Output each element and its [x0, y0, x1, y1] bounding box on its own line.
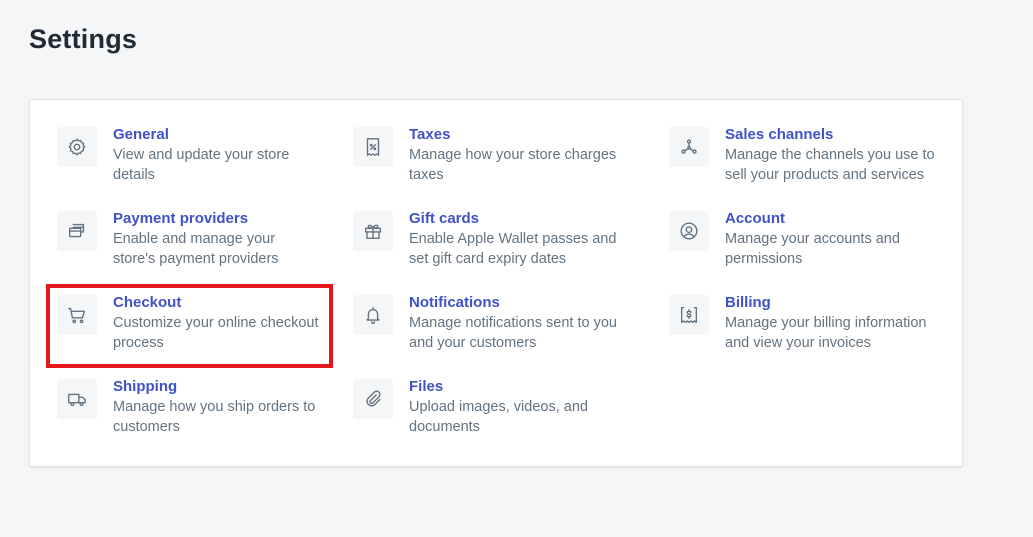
settings-item-desc: documents — [409, 419, 480, 435]
settings-item-notifications[interactable]: Notifications Manage notifications sent … — [353, 293, 617, 353]
cart-icon — [57, 295, 97, 335]
payment-icon — [57, 211, 97, 251]
settings-item-billing[interactable]: Billing Manage your billing information … — [669, 293, 927, 353]
settings-item-desc: and your customers — [409, 335, 537, 351]
settings-item-title[interactable]: Shipping — [113, 377, 315, 397]
settings-item-general[interactable]: General View and update your store detai… — [57, 125, 290, 185]
settings-item-title[interactable]: Files — [409, 377, 588, 397]
settings-item-desc: Manage how your store charges — [409, 147, 617, 163]
settings-item-desc: Manage your billing information — [725, 315, 927, 331]
settings-item-title[interactable]: Account — [725, 209, 900, 229]
settings-item-desc: Customize your online checkout — [113, 315, 319, 331]
billing-icon — [669, 295, 709, 335]
settings-item-files[interactable]: Files Upload images, videos, and documen… — [353, 377, 588, 437]
channels-icon — [669, 127, 709, 167]
settings-item-desc: sell your products and services — [725, 167, 925, 183]
settings-item-title[interactable]: Payment providers — [113, 209, 279, 229]
settings-item-title[interactable]: General — [113, 125, 289, 145]
settings-item-account[interactable]: Account Manage your accounts and permiss… — [669, 209, 900, 269]
gear-icon — [57, 127, 97, 167]
settings-item-desc: Enable Apple Wallet passes and — [409, 231, 617, 247]
settings-item-taxes[interactable]: Taxes Manage how your store charges taxe… — [353, 125, 617, 185]
settings-item-desc: Enable and manage your — [113, 231, 276, 247]
settings-item-title[interactable]: Notifications — [409, 293, 617, 313]
settings-item-desc: permissions — [725, 251, 803, 267]
settings-item-desc: set gift card expiry dates — [409, 251, 567, 267]
settings-item-checkout[interactable]: Checkout Customize your online checkout … — [57, 293, 319, 353]
gift-icon — [353, 211, 393, 251]
settings-item-title[interactable]: Taxes — [409, 125, 616, 145]
settings-item-title[interactable]: Checkout — [113, 293, 319, 313]
settings-item-desc: Upload images, videos, and — [409, 399, 588, 415]
settings-item-desc: Manage your accounts and — [725, 231, 900, 247]
truck-icon — [57, 379, 97, 419]
paperclip-icon — [353, 379, 393, 419]
settings-item-shipping[interactable]: Shipping Manage how you ship orders to c… — [57, 377, 316, 437]
settings-item-desc: Manage notifications sent to you — [409, 315, 617, 331]
settings-item-desc: customers — [113, 419, 180, 435]
settings-item-desc: details — [113, 167, 155, 183]
settings-item-desc: and view your invoices — [725, 335, 871, 351]
settings-item-title[interactable]: Gift cards — [409, 209, 616, 229]
settings-item-desc: taxes — [409, 167, 444, 183]
settings-item-sales-channels[interactable]: Sales channels Manage the channels you u… — [669, 125, 935, 185]
settings-item-title[interactable]: Sales channels — [725, 125, 935, 145]
settings-item-desc: Manage the channels you use to — [725, 147, 935, 163]
settings-item-title[interactable]: Billing — [725, 293, 927, 313]
settings-item-gift-cards[interactable]: Gift cards Enable Apple Wallet passes an… — [353, 209, 617, 269]
tax-receipt-icon — [353, 127, 393, 167]
settings-item-desc: process — [113, 335, 164, 351]
settings-item-payment-providers[interactable]: Payment providers Enable and manage your… — [57, 209, 279, 269]
page-title: Settings — [29, 24, 138, 54]
settings-item-desc: View and update your store — [113, 147, 290, 163]
settings-card: General View and update your store detai… — [29, 99, 963, 467]
settings-item-desc: Manage how you ship orders to — [113, 399, 316, 415]
settings-item-desc: store's payment providers — [113, 251, 279, 267]
bell-icon — [353, 295, 393, 335]
user-circle-icon — [669, 211, 709, 251]
